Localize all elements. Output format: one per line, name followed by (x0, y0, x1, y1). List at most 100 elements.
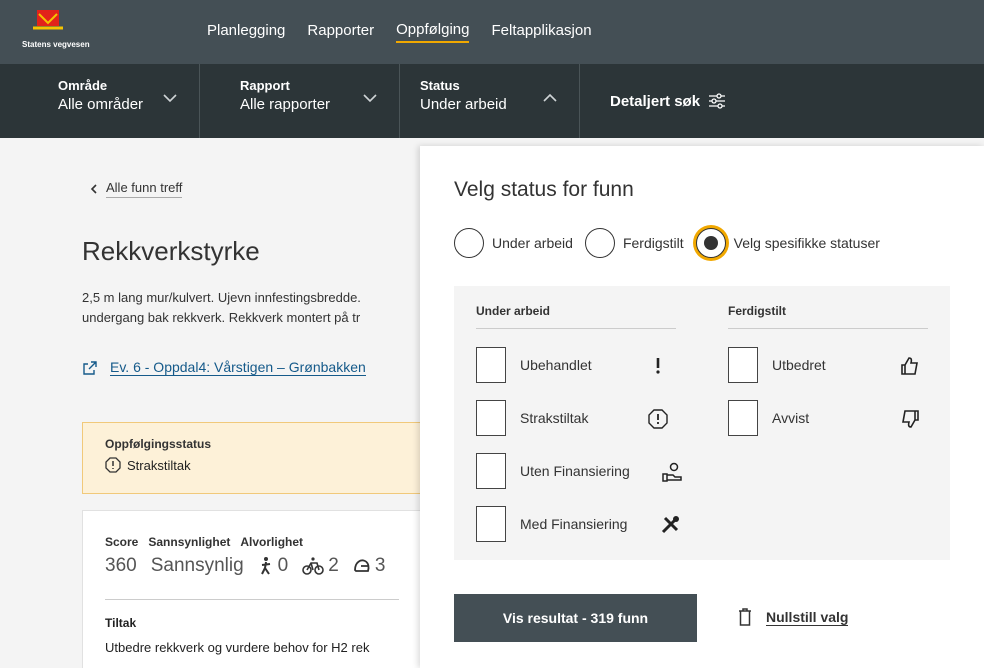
probability-value: Sannsynlig (150, 555, 244, 576)
radio-specific-statuses[interactable]: Velg spesifikke statuser (695, 228, 880, 258)
back-link[interactable]: Alle funn treff (90, 180, 183, 198)
hand-money-icon (662, 462, 682, 482)
bicycle-icon (302, 557, 325, 575)
chevron-left-icon (90, 184, 97, 194)
followup-status-text: Strakstiltak (127, 457, 191, 473)
tools-icon (661, 516, 679, 534)
checkbox[interactable] (728, 347, 758, 383)
alert-octagon-icon (648, 409, 668, 429)
detailed-search-button[interactable]: Detaljert søk (580, 64, 726, 138)
back-link-label: Alle funn treff (106, 180, 183, 198)
mc-value: 3 (374, 555, 386, 576)
reset-button[interactable]: Nullstill valg (738, 608, 849, 626)
followup-status-box: Oppfølgingsstatus Strakstiltak (82, 422, 422, 494)
radio-ferdigstilt[interactable]: Ferdigstilt (584, 228, 684, 258)
logo-icon (33, 10, 63, 30)
radio-circle[interactable] (454, 228, 484, 258)
filter-omrade[interactable]: Område Alle områder (0, 64, 200, 138)
nav-oppfolging[interactable]: Oppfølging (396, 21, 470, 43)
page-title: Rekkverkstyrke (82, 236, 260, 266)
nav-rapporter[interactable]: Rapporter (307, 22, 374, 42)
checkbox-strakstiltak[interactable]: Strakstiltak (476, 400, 676, 436)
exclamation-icon (656, 358, 660, 374)
checkbox-label: Ubehandlet (520, 357, 592, 373)
external-link-icon (83, 360, 97, 375)
severity-header: Alvorlighet (240, 535, 304, 549)
column-header: Under arbeid (476, 304, 676, 329)
filter-rapport-label: Rapport (240, 78, 290, 93)
chevron-down-icon (363, 94, 377, 103)
score-values: 360 Sannsynlig 0 2 3 (105, 555, 399, 577)
status-panel: Velg status for funn Under arbeid Ferdig… (420, 146, 984, 668)
reset-label: Nullstill valg (766, 608, 849, 626)
column-under-arbeid: Under arbeid Ubehandlet Strakstiltak Ute… (476, 304, 686, 542)
top-navigation: Statens vegvesen Planlegging Rapporter O… (0, 0, 984, 64)
filter-omrade-value: Alle områder (58, 96, 144, 113)
checkbox-uten-finansiering[interactable]: Uten Finansiering (476, 453, 682, 489)
thumbs-down-icon (902, 410, 919, 428)
checkbox[interactable] (476, 453, 506, 489)
checkbox-ubehandlet[interactable]: Ubehandlet (476, 347, 676, 383)
pedestrian-icon (260, 557, 270, 575)
bicycle-severity: 2 (302, 555, 339, 577)
column-ferdigstilt: Ferdigstilt Utbedret Avvist (728, 304, 938, 436)
checkbox[interactable] (728, 400, 758, 436)
mc-severity: 3 (353, 555, 386, 577)
checkbox[interactable] (476, 347, 506, 383)
show-results-button[interactable]: Vis resultat - 319 funn (454, 594, 697, 642)
checkbox-label: Strakstiltak (520, 410, 589, 426)
checkbox-label: Med Finansiering (520, 516, 628, 532)
checkbox[interactable] (476, 400, 506, 436)
radio-label: Under arbeid (492, 235, 573, 251)
description-line: 2,5 m lang mur/kulvert. Ujevn innfesting… (82, 290, 361, 305)
chevron-up-icon (543, 93, 557, 102)
column-header: Ferdigstilt (728, 304, 928, 329)
description-line: undergang bak rekkverk. Rekkverk montert… (82, 310, 361, 325)
road-link-label: Ev. 6 - Oppdal4: Vårstigen – Grønbakken (110, 359, 366, 376)
detail-content: Alle funn treff Rekkverkstyrke 2,5 m lan… (0, 138, 422, 668)
probability-header: Sannsynlighet (148, 535, 231, 549)
checkbox-label: Utbedret (772, 357, 826, 373)
thumbs-up-icon (901, 357, 918, 375)
checkbox-utbedret[interactable]: Utbedret (728, 347, 928, 383)
road-link[interactable]: Ev. 6 - Oppdal4: Vårstigen – Grønbakken (82, 359, 366, 376)
filter-status[interactable]: Status Under arbeid (400, 64, 580, 138)
score-header: Score (105, 535, 139, 549)
panel-title: Velg status for funn (454, 178, 634, 201)
status-radio-group: Under arbeid Ferdigstilt Velg spesifikke… (454, 228, 892, 258)
filter-rapport[interactable]: Rapport Alle rapporter (200, 64, 400, 138)
checkbox[interactable] (476, 506, 506, 542)
followup-status-value: Strakstiltak (105, 457, 399, 473)
sliders-icon (709, 93, 726, 109)
score-headers: Score Sannsynlighet Alvorlighet (105, 535, 399, 549)
checkbox-label: Uten Finansiering (520, 463, 630, 479)
pedestrian-value: 0 (277, 555, 289, 576)
nav-feltapplikasjon[interactable]: Feltapplikasjon (491, 22, 591, 42)
status-checkbox-grid: Under arbeid Ubehandlet Strakstiltak Ute… (454, 286, 950, 560)
chevron-down-icon (163, 94, 177, 103)
logo[interactable]: Statens vegvesen (0, 0, 130, 64)
divider (105, 599, 399, 600)
score-value: 360 (105, 555, 137, 576)
detailed-search-label: Detaljert søk (610, 92, 701, 110)
filter-status-label: Status (420, 78, 460, 93)
logo-text: Statens vegvesen (22, 40, 90, 49)
score-card: Score Sannsynlighet Alvorlighet 360 Sann… (82, 510, 422, 668)
radio-circle[interactable] (584, 228, 615, 258)
radio-under-arbeid[interactable]: Under arbeid (454, 228, 573, 258)
filter-omrade-label: Område (58, 78, 108, 93)
filter-bar: Område Alle områder Rapport Alle rapport… (0, 64, 984, 138)
tiltak-text: Utbedre rekkverk og vurdere behov for H2… (105, 640, 370, 655)
bicycle-value: 2 (328, 555, 339, 576)
tiltak-label: Tiltak (105, 616, 137, 630)
checkbox-label: Avvist (772, 410, 810, 426)
trash-icon (739, 608, 751, 626)
radio-label: Ferdigstilt (622, 235, 684, 251)
radio-circle-selected[interactable] (695, 228, 726, 258)
helmet-icon (353, 559, 370, 572)
checkbox-med-finansiering[interactable]: Med Finansiering (476, 506, 679, 542)
alert-octagon-icon (105, 457, 121, 473)
nav-planlegging[interactable]: Planlegging (207, 22, 285, 42)
radio-label: Velg spesifikke statuser (733, 235, 880, 251)
checkbox-avvist[interactable]: Avvist (728, 400, 928, 436)
